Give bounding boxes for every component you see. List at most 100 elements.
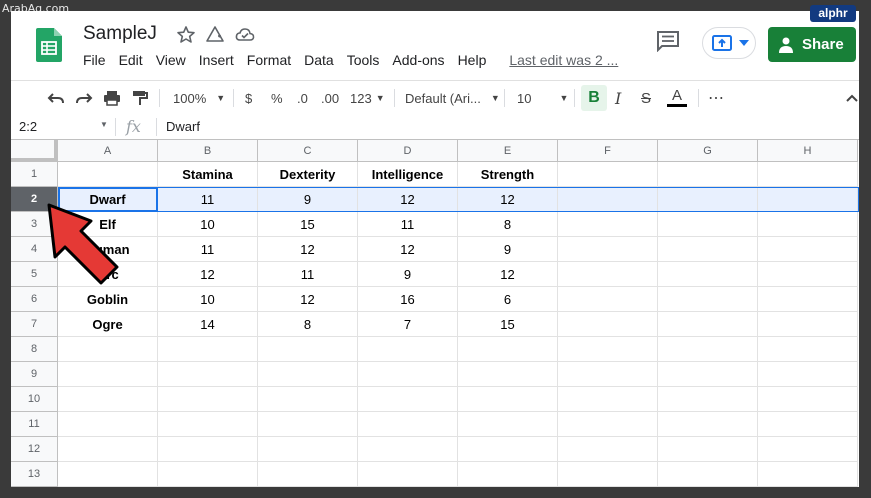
bold-button[interactable]: B [581, 85, 607, 111]
cell-f1[interactable] [558, 162, 658, 187]
cell-a10[interactable] [58, 387, 158, 412]
cell-e3[interactable]: 8 [458, 212, 558, 237]
menu-view[interactable]: View [156, 52, 186, 68]
cell-d2[interactable]: 12 [358, 187, 458, 212]
cell-d3[interactable]: 11 [358, 212, 458, 237]
cell-c11[interactable] [258, 412, 358, 437]
cell-e8[interactable] [458, 337, 558, 362]
row-header-12[interactable]: 12 [11, 437, 58, 462]
cell-b1[interactable]: Stamina [158, 162, 258, 187]
cell-e7[interactable]: 15 [458, 312, 558, 337]
cell-g7[interactable] [658, 312, 758, 337]
cell-b9[interactable] [158, 362, 258, 387]
cell-g5[interactable] [658, 262, 758, 287]
cell-c10[interactable] [258, 387, 358, 412]
last-edit-link[interactable]: Last edit was 2 ... [509, 52, 618, 68]
menu-insert[interactable]: Insert [199, 52, 234, 68]
cell-e2[interactable]: 12 [458, 187, 558, 212]
cell-e10[interactable] [458, 387, 558, 412]
cell-h8[interactable] [758, 337, 858, 362]
menu-data[interactable]: Data [304, 52, 334, 68]
cell-b11[interactable] [158, 412, 258, 437]
cell-f4[interactable] [558, 237, 658, 262]
cell-d6[interactable]: 16 [358, 287, 458, 312]
star-icon[interactable] [176, 25, 196, 45]
paint-format-icon[interactable] [131, 81, 149, 115]
percent-format-button[interactable]: % [271, 81, 283, 115]
cell-g9[interactable] [658, 362, 758, 387]
cell-b2[interactable]: 11 [158, 187, 258, 212]
row-header-10[interactable]: 10 [11, 387, 58, 412]
cell-g6[interactable] [658, 287, 758, 312]
cell-a13[interactable] [58, 462, 158, 487]
name-box[interactable]: 2:2 [19, 119, 37, 134]
row-header-13[interactable]: 13 [11, 462, 58, 487]
cell-e12[interactable] [458, 437, 558, 462]
doc-title[interactable]: SampleJ [83, 23, 157, 45]
move-to-folder-icon[interactable] [205, 25, 225, 45]
cell-f12[interactable] [558, 437, 658, 462]
column-header-c[interactable]: C [258, 140, 358, 162]
formula-input[interactable]: Dwarf [166, 119, 200, 134]
cell-a11[interactable] [58, 412, 158, 437]
cell-b13[interactable] [158, 462, 258, 487]
cell-c9[interactable] [258, 362, 358, 387]
comment-history-icon[interactable] [656, 30, 680, 52]
cell-g8[interactable] [658, 337, 758, 362]
cell-e1[interactable]: Strength [458, 162, 558, 187]
cell-c7[interactable]: 8 [258, 312, 358, 337]
cell-c1[interactable]: Dexterity [258, 162, 358, 187]
cell-e11[interactable] [458, 412, 558, 437]
menu-tools[interactable]: Tools [347, 52, 380, 68]
cell-h7[interactable] [758, 312, 858, 337]
more-formats-select[interactable]: 123 ▼ [350, 81, 385, 115]
increase-decimal-button[interactable]: .00 [321, 81, 339, 115]
cell-f2[interactable] [558, 187, 658, 212]
row-header-8[interactable]: 8 [11, 337, 58, 362]
row-header-9[interactable]: 9 [11, 362, 58, 387]
row-header-11[interactable]: 11 [11, 412, 58, 437]
cell-h9[interactable] [758, 362, 858, 387]
cell-h13[interactable] [758, 462, 858, 487]
currency-format-button[interactable]: $ [245, 81, 252, 115]
cell-c2[interactable]: 9 [258, 187, 358, 212]
cell-f13[interactable] [558, 462, 658, 487]
italic-button[interactable]: I [615, 81, 621, 115]
cell-f10[interactable] [558, 387, 658, 412]
cell-g13[interactable] [658, 462, 758, 487]
cell-b5[interactable]: 12 [158, 262, 258, 287]
cell-h12[interactable] [758, 437, 858, 462]
cell-g10[interactable] [658, 387, 758, 412]
column-header-e[interactable]: E [458, 140, 558, 162]
row-header-1[interactable]: 1 [11, 162, 58, 187]
cell-e6[interactable]: 6 [458, 287, 558, 312]
cell-b7[interactable]: 14 [158, 312, 258, 337]
cell-g1[interactable] [658, 162, 758, 187]
cell-e13[interactable] [458, 462, 558, 487]
cell-e4[interactable]: 9 [458, 237, 558, 262]
cell-d11[interactable] [358, 412, 458, 437]
cell-d7[interactable]: 7 [358, 312, 458, 337]
menu-file[interactable]: File [83, 52, 106, 68]
present-button[interactable] [702, 27, 756, 59]
cell-a8[interactable] [58, 337, 158, 362]
cell-f9[interactable] [558, 362, 658, 387]
cell-f3[interactable] [558, 212, 658, 237]
cell-b6[interactable]: 10 [158, 287, 258, 312]
column-header-g[interactable]: G [658, 140, 758, 162]
more-options-button[interactable]: ⋯ [708, 81, 724, 115]
decrease-decimal-button[interactable]: .0 [297, 81, 308, 115]
cell-b4[interactable]: 11 [158, 237, 258, 262]
cell-f5[interactable] [558, 262, 658, 287]
text-color-button[interactable]: A [667, 81, 687, 115]
cloud-status-icon[interactable] [235, 25, 255, 45]
strikethrough-button[interactable]: S [641, 81, 651, 115]
cell-d13[interactable] [358, 462, 458, 487]
cell-c3[interactable]: 15 [258, 212, 358, 237]
menu-addons[interactable]: Add-ons [392, 52, 444, 68]
cell-c8[interactable] [258, 337, 358, 362]
cell-h2[interactable] [758, 187, 858, 212]
cell-c4[interactable]: 12 [258, 237, 358, 262]
menu-format[interactable]: Format [247, 52, 291, 68]
menu-edit[interactable]: Edit [119, 52, 143, 68]
